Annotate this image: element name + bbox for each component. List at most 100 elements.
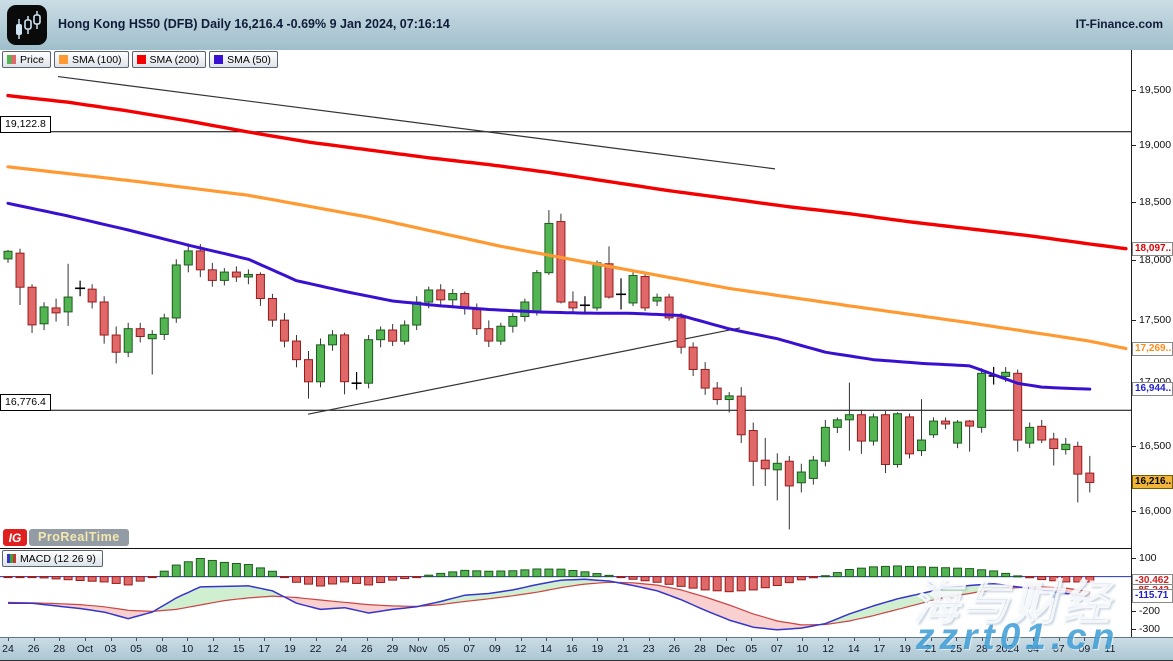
header-bar: Hong Kong HS50 (DFB) Daily 16,216.4 -0.6… [0,0,1173,51]
ig-logo[interactable]: IG [3,529,27,546]
macd-bar [737,577,745,591]
legend-sma200-label: SMA (200) [150,54,200,66]
price-tag: 17,269.. [1132,342,1173,356]
time-axis-tick [956,638,957,641]
macd-bar [821,576,829,577]
time-axis-tick [751,638,752,641]
legend-sma200-button[interactable]: SMA (200) [132,51,207,68]
macd-bar [545,569,553,577]
time-axis-tick [700,638,701,641]
candle-body [881,415,889,465]
time-axis-tick [1033,638,1034,641]
macd-bar [629,577,637,580]
legend-sma100-label: SMA (100) [72,54,122,66]
macd-bar [966,569,974,577]
macd-bar [184,562,192,577]
macd-legend-label: MACD (12 26 9) [20,553,96,565]
time-axis-tick [572,638,573,641]
legend-sma50-button[interactable]: SMA (50) [209,51,278,68]
time-axis-tick [879,638,880,641]
macd-bar [533,569,541,577]
macd-bar [509,571,517,577]
candle-body [497,326,505,341]
prorealtime-label[interactable]: ProRealTime [29,529,129,546]
time-axis-tick [264,638,265,641]
candle-body [148,334,156,338]
time-axis-label: 05 [745,643,757,655]
time-axis-tick [597,638,598,641]
candle-body [172,265,180,318]
macd-panel[interactable] [0,548,1132,638]
candle-body [28,287,36,325]
candle-body [389,330,397,341]
time-axis-tick [111,638,112,641]
macd-bar [497,571,505,577]
legend-price-button[interactable]: Price [2,51,51,68]
candle-body [1062,444,1070,449]
macd-bar [88,577,96,582]
macd-bar [521,570,529,577]
macd-bar [425,575,433,576]
macd-bar [124,577,132,585]
macd-bar [569,570,577,576]
macd-bar [148,577,156,578]
macd-bar [220,562,228,576]
prorealtime-logo-icon[interactable] [7,5,47,45]
candle-body [413,302,421,325]
time-axis-label: 12 [207,643,219,655]
macd-bar [365,577,373,585]
candle-body [425,290,433,302]
macd-bar [305,577,313,585]
candle-body [317,345,325,382]
macd-axis-label: 100 [1139,552,1157,564]
time-axis-label: 07 [771,643,783,655]
candle-body [244,274,252,276]
macd-bar [677,577,685,587]
candle-body [329,335,337,345]
data-source-label: IT-Finance.com [1076,17,1163,31]
time-axis-tick [136,638,137,641]
candle-body [557,222,565,302]
macd-bar [845,570,853,577]
candle-body [677,318,685,347]
candle-body [785,461,793,486]
time-axis-tick [162,638,163,641]
macd-bar [653,577,661,583]
macd-bar [906,566,914,576]
sma50-chip-icon [214,55,223,64]
macd-bar [196,558,204,576]
sma100-line[interactable] [8,167,1126,349]
ig-prorealtime-branding: IG ProRealTime [3,529,129,546]
candle-body [918,440,926,451]
time-axis-tick [59,638,60,641]
macd-bar [809,577,817,578]
price-chart-panel[interactable]: 19,122.816,776.4 [0,50,1132,548]
macd-bar [160,571,168,576]
time-axis[interactable]: 242628Oct030508101215171922242629Nov0507… [0,637,1173,661]
chart-window: Hong Kong HS50 (DFB) Daily 16,216.4 -0.6… [0,0,1173,661]
time-axis-label: 12 [822,643,834,655]
price-axis-label: 18,500 [1139,196,1171,208]
time-axis-label: 24 [2,643,14,655]
time-axis-label: Dec [716,643,735,655]
candle-body [256,274,264,298]
candle-body [208,270,216,281]
macd-legend-button[interactable]: MACD (12 26 9) [2,550,103,567]
candle-body [160,318,168,334]
time-axis-tick [1110,638,1111,641]
macd-bar [1038,577,1046,580]
time-axis-label: 10 [797,643,809,655]
candle-body [40,307,48,324]
candle-body [533,273,541,312]
price-axis[interactable]: 19,50019,00018,50018,00017,50017,00016,5… [1132,50,1173,636]
macd-bar [665,577,673,585]
candle-body [52,308,60,313]
time-axis-tick [290,638,291,641]
macd-bar [317,577,325,586]
time-axis-tick [418,638,419,641]
time-axis-tick [341,638,342,641]
candle-body [942,421,950,424]
price-axis-label: 18,000 [1139,254,1171,266]
sma200-line[interactable] [8,96,1126,249]
legend-sma100-button[interactable]: SMA (100) [54,51,129,68]
